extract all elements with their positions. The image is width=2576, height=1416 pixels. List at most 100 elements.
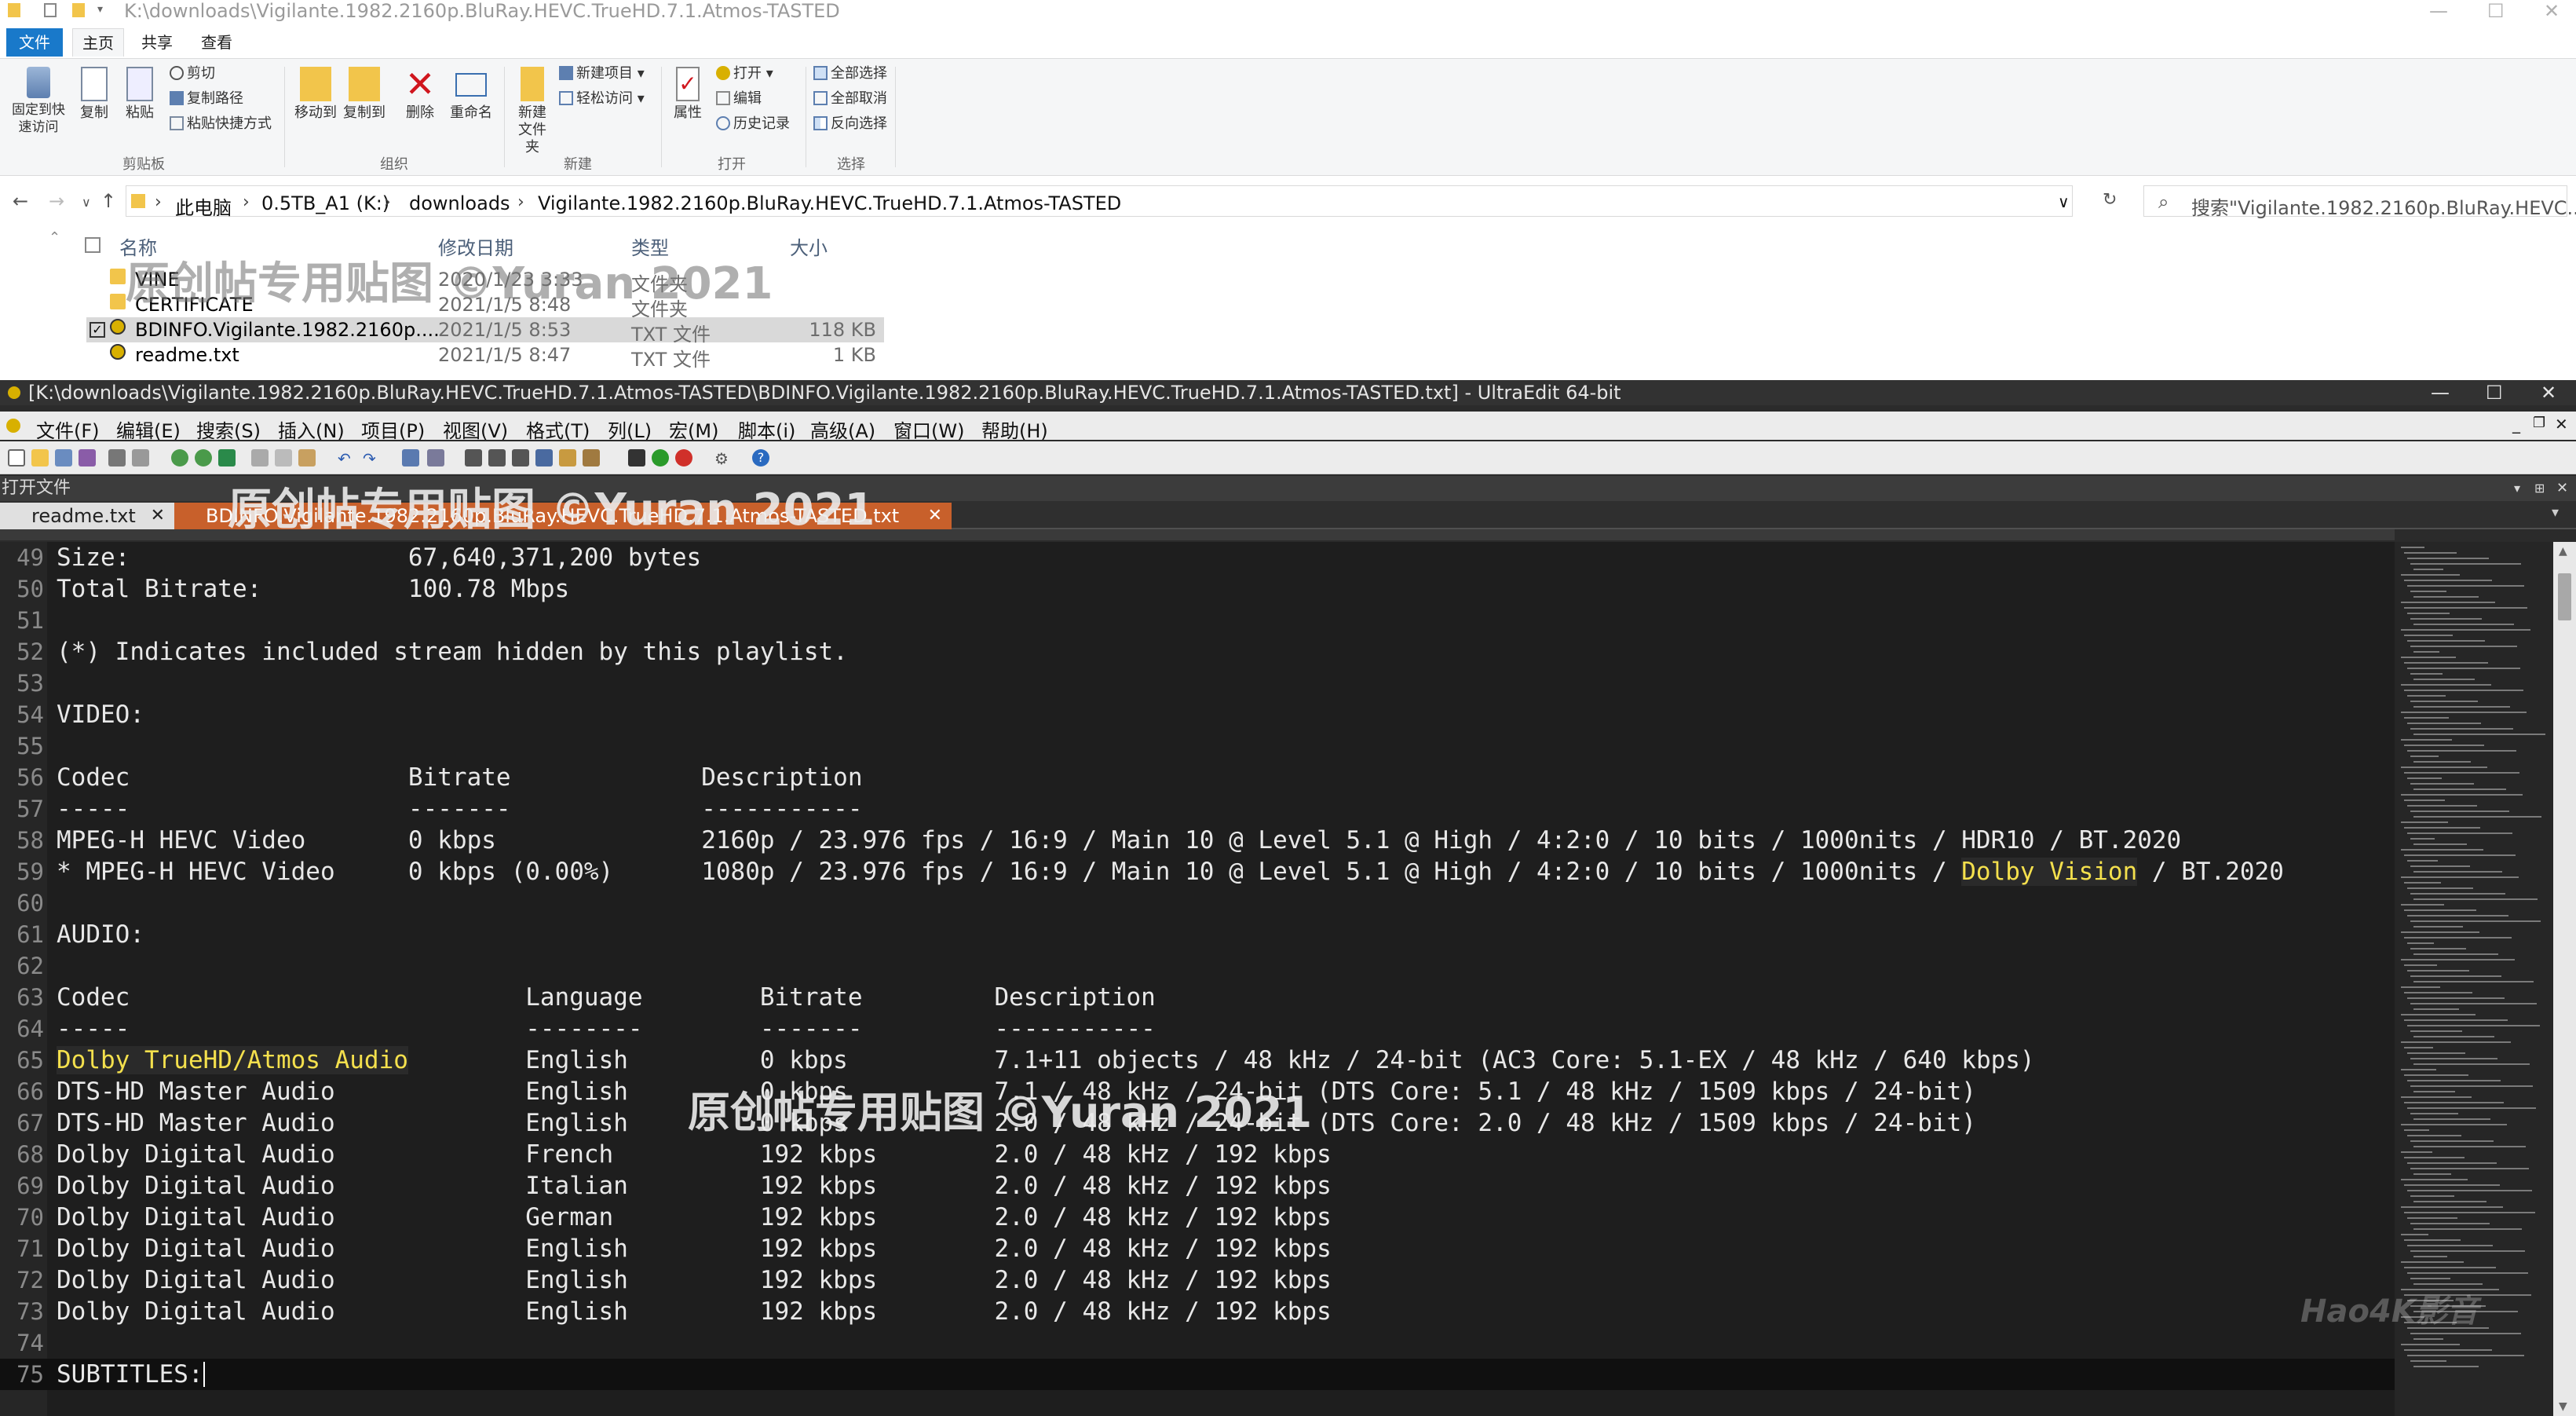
- editor-line[interactable]: 74: [0, 1327, 2395, 1359]
- menu-format[interactable]: 格式(T): [526, 415, 590, 443]
- address-field[interactable]: › 此电脑 › 0.5TB_A1 (K:) › downloads › Vigi…: [126, 185, 2073, 220]
- word-wrap-icon[interactable]: [402, 449, 419, 467]
- menu-advanced[interactable]: 高级(A): [810, 415, 875, 443]
- editor-line[interactable]: 49 Size: 67,640,371,200 bytes: [0, 542, 2395, 573]
- menu-edit[interactable]: 编辑(E): [116, 415, 181, 443]
- editor-line[interactable]: 71 Dolby Digital Audio English 192 kbps 2…: [0, 1233, 2395, 1264]
- editor-line[interactable]: 56 Codec Bitrate Description: [0, 762, 2395, 793]
- pin-to-quick-access-button[interactable]: 固定到快速访问: [5, 67, 72, 136]
- cut-icon[interactable]: [251, 449, 269, 467]
- vertical-scrollbar[interactable]: ▲ ▼: [2553, 542, 2576, 1416]
- recent-dropdown-icon[interactable]: ∨: [82, 195, 91, 210]
- new-folder-button[interactable]: 新建文件夹: [512, 67, 553, 156]
- select-none-button[interactable]: 全部取消: [813, 90, 887, 108]
- file-row[interactable]: readme.txt 2021/1/5 8:47 TXT 文件 1 KB: [86, 342, 884, 371]
- editor-line[interactable]: 57 ----- ------- -----------: [0, 793, 2395, 825]
- stop-icon[interactable]: [675, 449, 692, 467]
- find-prev-icon[interactable]: [512, 449, 529, 467]
- copy-icon[interactable]: [275, 449, 292, 467]
- print-icon[interactable]: [108, 449, 126, 467]
- history-button[interactable]: 历史记录: [716, 115, 790, 133]
- breadcrumb-this-pc[interactable]: 此电脑: [175, 192, 232, 220]
- pin-icon[interactable]: ⊞: [2534, 476, 2545, 501]
- invert-selection-button[interactable]: 反向选择: [813, 115, 887, 133]
- find-next-icon[interactable]: [488, 449, 506, 467]
- replace-in-files-icon[interactable]: [583, 449, 600, 467]
- menu-project[interactable]: 项目(P): [361, 415, 425, 443]
- select-all-button[interactable]: 全部选择: [813, 65, 887, 82]
- menu-window[interactable]: 窗口(W): [893, 415, 964, 443]
- row-checkbox[interactable]: ✓: [90, 322, 105, 338]
- menu-insert[interactable]: 插入(N): [278, 415, 345, 443]
- paste-shortcut-button[interactable]: 粘贴快捷方式: [170, 115, 272, 133]
- open-button[interactable]: 打开 ▾: [716, 65, 773, 82]
- editor-line[interactable]: 64 ----- -------- ------- -----------: [0, 1013, 2395, 1045]
- open-file-icon[interactable]: [31, 449, 49, 467]
- menu-search[interactable]: 搜索(S): [196, 415, 261, 443]
- select-all-checkbox[interactable]: [85, 237, 100, 253]
- editor-line[interactable]: 51: [0, 605, 2395, 636]
- menu-help[interactable]: 帮助(H): [981, 415, 1048, 443]
- new-item-button[interactable]: 新建项目 ▾: [559, 65, 645, 82]
- close-panel-icon[interactable]: ✕: [2556, 476, 2568, 501]
- editor-line[interactable]: 52 (*) Indicates included stream hidden b…: [0, 636, 2395, 668]
- back-icon[interactable]: [171, 449, 188, 467]
- chevron-right-icon[interactable]: ›: [155, 192, 162, 212]
- tab-home[interactable]: 主页: [72, 28, 124, 57]
- chevron-right-icon[interactable]: ›: [384, 192, 391, 212]
- menu-view[interactable]: 视图(V): [443, 415, 508, 443]
- breadcrumb-downloads[interactable]: downloads: [409, 192, 510, 214]
- scroll-up-icon[interactable]: ▲: [2559, 545, 2567, 558]
- doc-minimize-button[interactable]: _: [2512, 415, 2520, 434]
- save-all-icon[interactable]: [79, 449, 96, 467]
- editor-line[interactable]: 59 * MPEG-H HEVC Video 0 kbps (0.00%) 108…: [0, 856, 2395, 887]
- menu-file[interactable]: 文件(F): [36, 415, 100, 443]
- tab-file[interactable]: 文件: [6, 28, 63, 57]
- editor-line[interactable]: 70 Dolby Digital Audio German 192 kbps 2.…: [0, 1202, 2395, 1233]
- editor-line[interactable]: 63 Codec Language Bitrate Description: [0, 982, 2395, 1013]
- tab-share[interactable]: 共享: [133, 28, 181, 57]
- menu-script[interactable]: 脚本(i): [738, 415, 795, 443]
- search-input[interactable]: ⌕ 搜索"Vigilante.1982.2160p.BluRay.HEVC...…: [2143, 185, 2576, 219]
- tabs-dropdown-icon[interactable]: ▾: [2552, 504, 2559, 521]
- scrollbar-thumb[interactable]: [2558, 573, 2571, 620]
- editor-line[interactable]: 65 Dolby TrueHD/Atmos Audio English 0 kbp…: [0, 1045, 2395, 1076]
- copy-path-button[interactable]: 复制路径: [170, 90, 243, 108]
- up-arrow-icon[interactable]: ↑: [100, 190, 116, 212]
- properties-icon[interactable]: [44, 3, 57, 17]
- paste-button[interactable]: 粘贴: [121, 67, 159, 122]
- doc-close-button[interactable]: ✕: [2555, 415, 2568, 434]
- properties-button[interactable]: ✓ 属性: [669, 67, 707, 122]
- editor-line[interactable]: 73 Dolby Digital Audio English 192 kbps 2…: [0, 1296, 2395, 1327]
- close-button[interactable]: ✕: [2544, 0, 2560, 22]
- copy-to-button[interactable]: 复制到: [341, 67, 388, 122]
- forward-arrow-icon[interactable]: →: [49, 190, 64, 212]
- new-file-icon[interactable]: [8, 449, 25, 467]
- dropdown-icon[interactable]: ▾: [2514, 476, 2520, 501]
- undo-icon[interactable]: ↶: [338, 449, 355, 468]
- editor-line[interactable]: 53: [0, 668, 2395, 699]
- editor-line[interactable]: 54 VIDEO:: [0, 699, 2395, 730]
- editor-line[interactable]: 50 Total Bitrate: 100.78 Mbps: [0, 573, 2395, 605]
- tab-readme[interactable]: readme.txt ✕: [0, 503, 174, 529]
- breadcrumb-current-folder[interactable]: Vigilante.1982.2160p.BluRay.HEVC.TrueHD.…: [538, 192, 1121, 214]
- text-editor[interactable]: 49 Size: 67,640,371,200 bytes 50 Total Bitr…: [0, 542, 2395, 1416]
- editor-line[interactable]: 55: [0, 730, 2395, 762]
- terminal-icon[interactable]: [628, 449, 645, 467]
- minimize-button[interactable]: —: [2429, 0, 2448, 22]
- cut-button[interactable]: 剪切: [170, 65, 215, 82]
- refresh-icon[interactable]: ↻: [2103, 190, 2117, 210]
- column-mode-icon[interactable]: [427, 449, 444, 467]
- print-preview-icon[interactable]: [132, 449, 149, 467]
- editor-line[interactable]: 69 Dolby Digital Audio Italian 192 kbps 2…: [0, 1170, 2395, 1202]
- collapse-arrow-icon[interactable]: ⌃: [49, 229, 60, 246]
- editor-line[interactable]: 62: [0, 950, 2395, 982]
- close-tab-icon[interactable]: ✕: [151, 503, 165, 529]
- menu-macro[interactable]: 宏(M): [669, 415, 718, 443]
- maximize-button[interactable]: ☐: [2487, 0, 2505, 22]
- doc-restore-button[interactable]: ❐: [2533, 415, 2545, 431]
- quick-access-dropdown-icon[interactable]: ▾: [97, 3, 110, 17]
- redo-icon[interactable]: ↷: [363, 449, 380, 468]
- easy-access-button[interactable]: 轻松访问 ▾: [559, 90, 645, 108]
- column-header-size[interactable]: 大小: [790, 232, 828, 260]
